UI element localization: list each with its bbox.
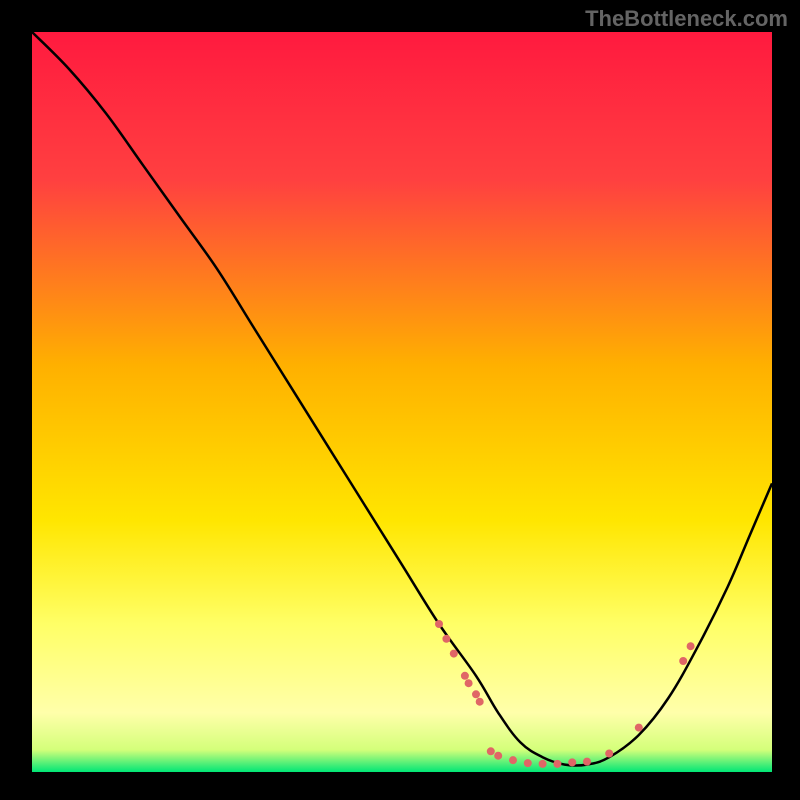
data-marker bbox=[687, 642, 695, 650]
data-marker bbox=[635, 724, 643, 732]
data-marker bbox=[442, 635, 450, 643]
data-marker bbox=[553, 760, 561, 768]
data-marker bbox=[461, 672, 469, 680]
data-marker bbox=[679, 657, 687, 665]
watermark-text: TheBottleneck.com bbox=[585, 6, 788, 32]
data-marker bbox=[476, 698, 484, 706]
data-marker bbox=[583, 758, 591, 766]
chart-background bbox=[32, 32, 772, 772]
data-marker bbox=[605, 750, 613, 758]
data-marker bbox=[568, 758, 576, 766]
data-marker bbox=[487, 747, 495, 755]
bottleneck-chart bbox=[32, 32, 772, 772]
data-marker bbox=[539, 760, 547, 768]
data-marker bbox=[435, 620, 443, 628]
data-marker bbox=[472, 690, 480, 698]
data-marker bbox=[494, 752, 502, 760]
data-marker bbox=[524, 759, 532, 767]
chart-container: TheBottleneck.com bbox=[0, 0, 800, 800]
data-marker bbox=[465, 679, 473, 687]
data-marker bbox=[509, 756, 517, 764]
data-marker bbox=[450, 650, 458, 658]
